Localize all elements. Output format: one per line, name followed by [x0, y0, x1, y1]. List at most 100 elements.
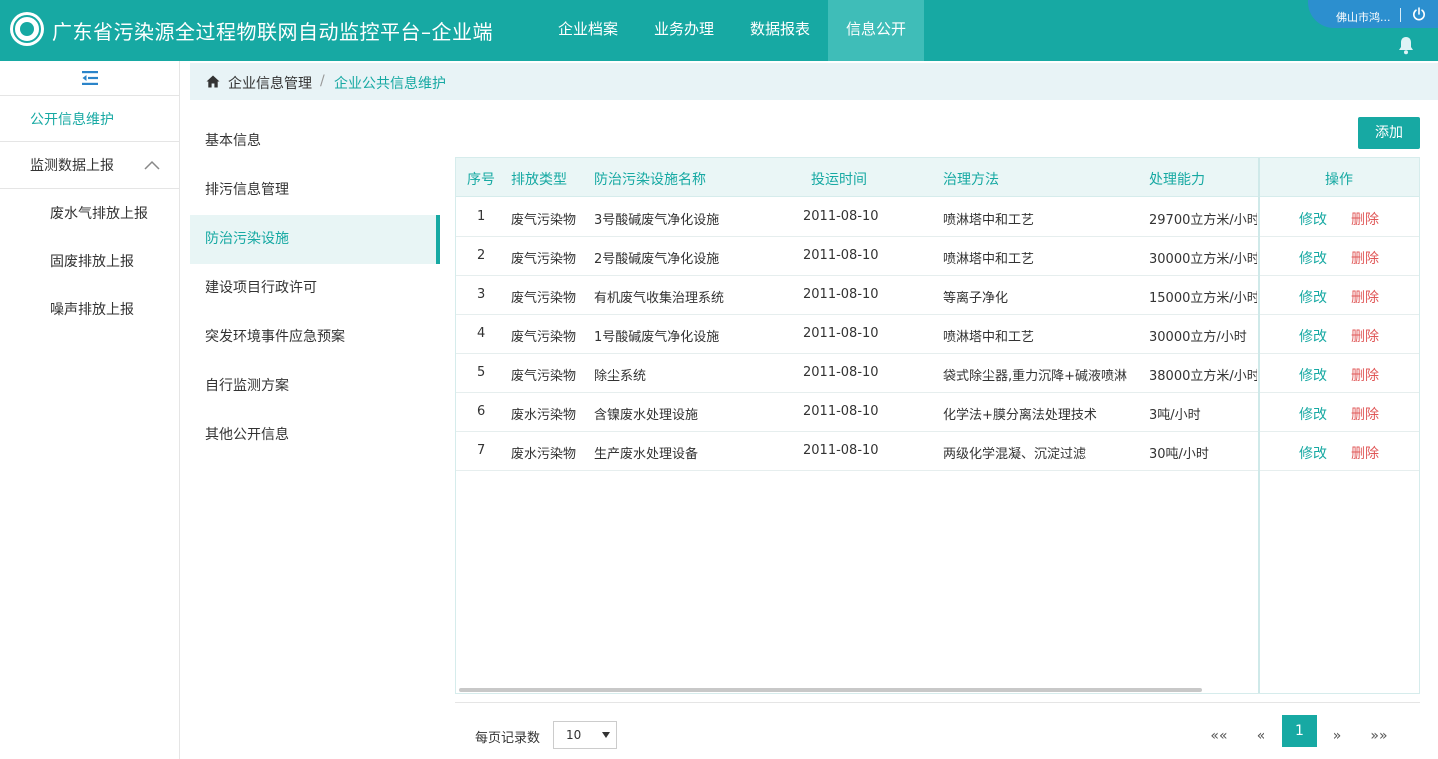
submenu-basic-info[interactable]: 基本信息	[190, 117, 440, 166]
table-header: 序号 排放类型 防治污染设施名称 投运时间 治理方法 处理能力 操作	[456, 158, 1419, 197]
cell-facility: 有机废气收集治理系统	[594, 291, 725, 306]
submenu-discharge-info[interactable]: 排污信息管理	[190, 166, 440, 215]
cell-capacity: 30吨/小时	[1149, 447, 1209, 462]
sidebar-divider	[0, 188, 179, 189]
power-icon[interactable]	[1411, 6, 1427, 22]
delete-link[interactable]: 删除	[1351, 365, 1379, 385]
cell-capacity: 3吨/小时	[1149, 408, 1201, 423]
sidebar-item-label: 监测数据上报	[30, 158, 114, 174]
submenu-project-permit[interactable]: 建设项目行政许可	[190, 264, 440, 313]
info-submenu: 基本信息 排污信息管理 防治污染设施 建设项目行政许可 突发环境事件应急预案 自…	[190, 117, 440, 460]
submenu-pollution-facilities[interactable]: 防治污染设施	[190, 215, 440, 264]
cell-type: 废气污染物	[511, 252, 577, 267]
submenu-other-info[interactable]: 其他公开信息	[190, 411, 440, 460]
edit-link[interactable]: 修改	[1299, 326, 1327, 346]
app-title: 广东省污染源全过程物联网自动监控平台–企业端	[52, 20, 493, 44]
edit-link[interactable]: 修改	[1299, 248, 1327, 268]
main-nav: 企业档案 业务办理 数据报表 信息公开	[540, 0, 925, 61]
submenu-emergency-plan[interactable]: 突发环境事件应急预案	[190, 313, 440, 362]
nav-enterprise-archive[interactable]: 企业档案	[540, 0, 636, 61]
delete-link[interactable]: 删除	[1351, 404, 1379, 424]
cell-method: 化学法+膜分离法处理技术	[943, 408, 1097, 423]
column-header: 投运时间	[811, 172, 867, 188]
column-header: 序号	[467, 172, 495, 188]
page-size-select[interactable]: 10	[553, 721, 617, 749]
fixed-column-divider	[1258, 158, 1260, 693]
nav-business[interactable]: 业务办理	[636, 0, 732, 61]
table-row: 5 废气污染物 除尘系统 2011-08-10 袋式除尘器,重力沉降+碱液喷淋 …	[456, 354, 1419, 393]
prev-page-button[interactable]: «	[1252, 723, 1270, 753]
cell-date: 2011-08-10	[803, 404, 879, 419]
delete-link[interactable]: 删除	[1351, 443, 1379, 463]
cell-method: 喷淋塔中和工艺	[943, 330, 1035, 345]
cell-method: 袋式除尘器,重力沉降+碱液喷淋	[943, 369, 1128, 384]
column-header: 排放类型	[511, 172, 567, 188]
cell-index: 7	[477, 443, 486, 458]
cell-type: 废气污染物	[511, 369, 577, 384]
cell-facility: 2号酸碱废气净化设施	[594, 252, 720, 267]
sidebar-item-solid-waste[interactable]: 固废排放上报	[0, 239, 179, 285]
cell-index: 5	[477, 365, 486, 380]
chevron-up-icon	[144, 160, 160, 170]
user-name[interactable]: 佛山市鸿...	[1336, 9, 1391, 25]
table-row: 6 废水污染物 含镍废水处理设施 2011-08-10 化学法+膜分离法处理技术…	[456, 393, 1419, 432]
cell-index: 3	[477, 287, 486, 302]
page-1-button[interactable]: 1	[1282, 715, 1317, 747]
sidebar-item-monitoring-report[interactable]: 监测数据上报	[0, 143, 179, 189]
home-icon	[206, 75, 220, 88]
delete-link[interactable]: 删除	[1351, 326, 1379, 346]
cell-capacity: 38000立方米/小时	[1149, 369, 1257, 384]
column-header: 操作	[1325, 172, 1353, 188]
cell-date: 2011-08-10	[803, 287, 879, 302]
cell-facility: 3号酸碱废气净化设施	[594, 213, 720, 228]
menu-collapse-icon[interactable]	[80, 69, 100, 87]
cell-index: 2	[477, 248, 486, 263]
breadcrumb: 企业信息管理 / 企业公共信息维护	[190, 63, 1438, 100]
cell-capacity: 30000立方/小时	[1149, 330, 1247, 345]
cell-index: 4	[477, 326, 486, 341]
edit-link[interactable]: 修改	[1299, 443, 1327, 463]
sidebar-divider	[0, 141, 179, 142]
edit-link[interactable]: 修改	[1299, 209, 1327, 229]
caret-down-icon	[602, 732, 610, 738]
breadcrumb-separator: /	[320, 73, 325, 89]
footer-divider	[455, 702, 1420, 703]
table-row: 3 废气污染物 有机废气收集治理系统 2011-08-10 等离子净化 1500…	[456, 276, 1419, 315]
cell-type: 废水污染物	[511, 447, 577, 462]
submenu-self-monitoring[interactable]: 自行监测方案	[190, 362, 440, 411]
user-panel: 佛山市鸿...	[1308, 0, 1438, 28]
cell-type: 废气污染物	[511, 291, 577, 306]
edit-link[interactable]: 修改	[1299, 404, 1327, 424]
edit-link[interactable]: 修改	[1299, 365, 1327, 385]
cell-type: 废气污染物	[511, 330, 577, 345]
user-divider	[1400, 8, 1401, 22]
nav-data-reports[interactable]: 数据报表	[732, 0, 828, 61]
breadcrumb-parent[interactable]: 企业信息管理	[228, 73, 312, 93]
table-row: 7 废水污染物 生产废水处理设备 2011-08-10 两级化学混凝、沉淀过滤 …	[456, 432, 1419, 471]
cell-method: 两级化学混凝、沉淀过滤	[943, 447, 1087, 462]
delete-link[interactable]: 删除	[1351, 248, 1379, 268]
next-page-button[interactable]: »	[1328, 723, 1346, 753]
cell-index: 6	[477, 404, 486, 419]
nav-info-disclosure[interactable]: 信息公开	[828, 0, 925, 61]
cell-date: 2011-08-10	[803, 248, 879, 263]
sidebar-item-noise[interactable]: 噪声排放上报	[0, 287, 179, 333]
column-header: 治理方法	[943, 172, 999, 188]
first-page-button[interactable]: ««	[1208, 723, 1230, 753]
sidebar-divider	[0, 95, 179, 96]
delete-link[interactable]: 删除	[1351, 287, 1379, 307]
horizontal-scrollbar[interactable]	[459, 688, 1202, 692]
table-row: 1 废气污染物 3号酸碱废气净化设施 2011-08-10 喷淋塔中和工艺 29…	[456, 198, 1419, 237]
delete-link[interactable]: 删除	[1351, 209, 1379, 229]
column-header: 防治污染设施名称	[594, 172, 706, 188]
add-button[interactable]: 添加	[1358, 117, 1420, 149]
edit-link[interactable]: 修改	[1299, 287, 1327, 307]
column-header: 处理能力	[1149, 172, 1205, 188]
cell-capacity: 15000立方米/小时	[1149, 291, 1257, 306]
sidebar-item-wastewater-gas[interactable]: 废水气排放上报	[0, 191, 179, 237]
bell-icon[interactable]	[1397, 35, 1415, 55]
top-header: 广东省污染源全过程物联网自动监控平台–企业端 企业档案 业务办理 数据报表 信息…	[0, 0, 1438, 61]
last-page-button[interactable]: »»	[1368, 723, 1390, 753]
cell-facility: 含镍废水处理设施	[594, 408, 699, 423]
sidebar-item-public-info[interactable]: 公开信息维护	[0, 97, 179, 143]
